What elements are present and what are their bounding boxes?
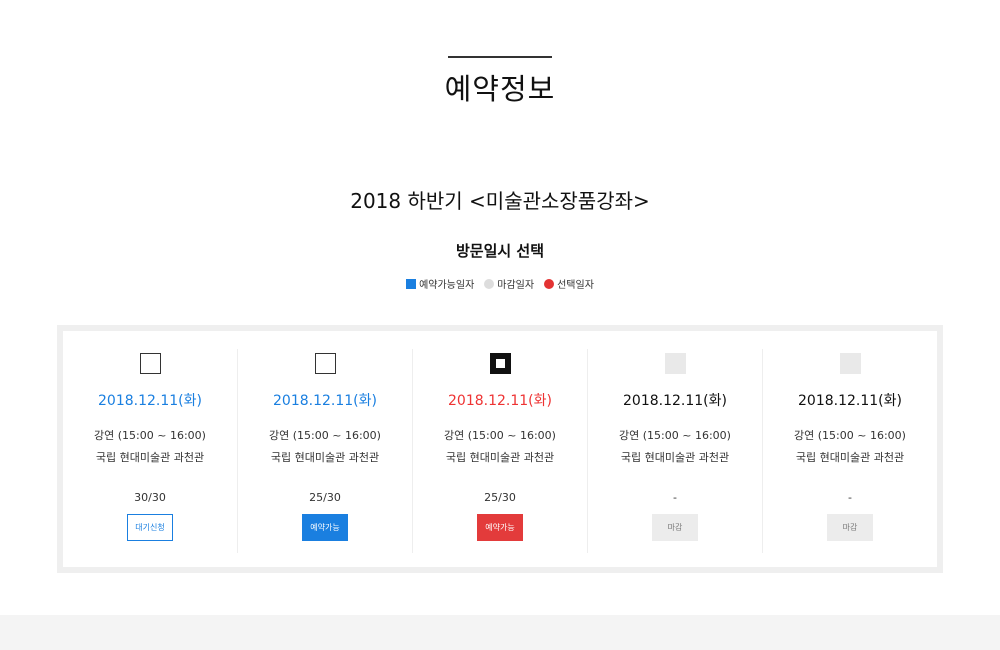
reserve-button[interactable]: 예약가능 — [302, 514, 348, 541]
date-selection-panel: 2018.12.11(화) 강연 (15:00 ~ 16:00) 국립 현대미술… — [57, 325, 943, 573]
date-checkbox[interactable] — [314, 353, 336, 374]
day-session: 강연 (15:00 ~ 16:00) — [269, 429, 381, 442]
page-header: 예약정보 — [0, 56, 1000, 108]
date-checkbox-disabled — [839, 353, 861, 374]
legend: 예약가능일자 마감일자 선택일자 — [0, 276, 1000, 291]
day-count: - — [848, 491, 852, 504]
day-card-1: 2018.12.11(화) 강연 (15:00 ~ 16:00) 국립 현대미술… — [63, 349, 238, 553]
day-venue: 국립 현대미술관 과천관 — [445, 451, 555, 464]
date-checkbox[interactable] — [139, 353, 161, 374]
date-checkbox-disabled — [664, 353, 686, 374]
legend-swatch-closed — [484, 278, 495, 289]
day-venue: 국립 현대미술관 과천관 — [270, 451, 380, 464]
day-info: 강연 (15:00 ~ 16:00) 국립 현대미술관 과천관 — [94, 425, 206, 469]
day-session: 강연 (15:00 ~ 16:00) — [94, 429, 206, 442]
day-date: 2018.12.11(화) — [273, 393, 377, 409]
day-date: 2018.12.11(화) — [623, 393, 727, 409]
day-info: 강연 (15:00 ~ 16:00) 국립 현대미술관 과천관 — [794, 425, 906, 469]
date-checkbox-selected[interactable] — [489, 353, 511, 374]
footer-band — [0, 615, 1000, 650]
legend-item-selected: 선택일자 — [544, 276, 594, 291]
legend-label: 마감일자 — [497, 280, 535, 291]
day-card-5: 2018.12.11(화) 강연 (15:00 ~ 16:00) 국립 현대미술… — [763, 349, 937, 553]
day-info: 강연 (15:00 ~ 16:00) 국립 현대미술관 과천관 — [619, 425, 731, 469]
program-title: 2018 하반기 <미술관소장품강좌> — [350, 189, 650, 213]
day-count: 25/30 — [484, 491, 516, 504]
closed-button: 마감 — [827, 514, 873, 541]
legend-swatch-selected — [544, 278, 555, 289]
legend-label: 선택일자 — [557, 280, 594, 291]
reserve-button-selected[interactable]: 예약가능 — [477, 514, 523, 541]
day-count: - — [673, 491, 677, 504]
day-venue: 국립 현대미술관 과천관 — [620, 451, 730, 464]
legend-label: 예약가능일자 — [419, 280, 475, 291]
day-info: 강연 (15:00 ~ 16:00) 국립 현대미술관 과천관 — [444, 425, 556, 469]
legend-item-available: 예약가능일자 — [406, 276, 474, 291]
day-count: 30/30 — [134, 491, 166, 504]
day-date: 2018.12.11(화) — [798, 393, 902, 409]
day-card-4: 2018.12.11(화) 강연 (15:00 ~ 16:00) 국립 현대미술… — [588, 349, 763, 553]
day-card-3: 2018.12.11(화) 강연 (15:00 ~ 16:00) 국립 현대미술… — [413, 349, 588, 553]
day-venue: 국립 현대미술관 과천관 — [795, 451, 905, 464]
day-session: 강연 (15:00 ~ 16:00) — [794, 429, 906, 442]
waitlist-button[interactable]: 대기신청 — [127, 514, 173, 541]
day-session: 강연 (15:00 ~ 16:00) — [444, 429, 556, 442]
legend-swatch-available — [406, 278, 417, 289]
day-session: 강연 (15:00 ~ 16:00) — [619, 429, 731, 442]
day-count: 25/30 — [309, 491, 341, 504]
legend-item-closed: 마감일자 — [484, 276, 534, 291]
page-title: 예약정보 — [444, 72, 556, 106]
title-rule — [448, 56, 552, 58]
day-info: 강연 (15:00 ~ 16:00) 국립 현대미술관 과천관 — [269, 425, 381, 469]
closed-button: 마감 — [652, 514, 698, 541]
day-venue: 국립 현대미술관 과천관 — [95, 451, 205, 464]
day-date: 2018.12.11(화) — [448, 393, 552, 409]
day-card-2: 2018.12.11(화) 강연 (15:00 ~ 16:00) 국립 현대미술… — [238, 349, 413, 553]
day-date: 2018.12.11(화) — [98, 393, 202, 409]
section-title: 방문일시 선택 — [455, 242, 545, 260]
